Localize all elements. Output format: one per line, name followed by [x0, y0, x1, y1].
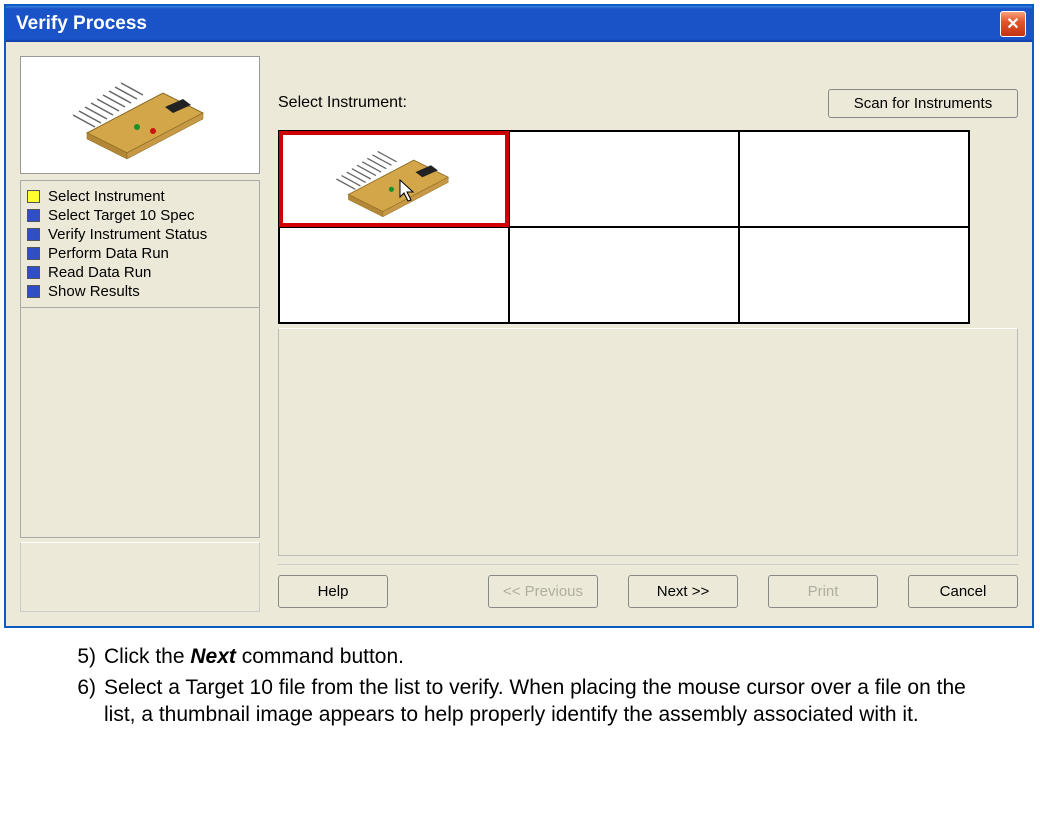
- details-panel: [278, 328, 1018, 556]
- instrument-cell-2[interactable]: [509, 131, 739, 227]
- close-icon: ✕: [1006, 14, 1019, 34]
- scan-instruments-button[interactable]: Scan for Instruments: [828, 89, 1018, 118]
- instruction-6: 6) Select a Target 10 file from the list…: [70, 675, 992, 729]
- wizard-window: Verify Process ✕: [4, 4, 1034, 628]
- instrument-cell-1[interactable]: [279, 131, 509, 227]
- step-select-instrument[interactable]: Select Instrument: [27, 187, 253, 206]
- step-label: Read Data Run: [48, 264, 151, 281]
- instructions: 5) Click the Next command button. 6) Sel…: [0, 632, 1040, 753]
- next-button[interactable]: Next >>: [628, 575, 738, 608]
- titlebar: Verify Process ✕: [6, 6, 1032, 42]
- step-read-run[interactable]: Read Data Run: [27, 263, 253, 282]
- instrument-grid: [278, 130, 970, 324]
- instruction-number: 5): [70, 644, 104, 671]
- instruction-5: 5) Click the Next command button.: [70, 644, 992, 671]
- steps-list: Select Instrument Select Target 10 Spec …: [20, 180, 260, 308]
- content-area: Select Instrument Select Target 10 Spec …: [6, 42, 1032, 626]
- chip-icon: [55, 65, 225, 165]
- bullet-icon: [27, 209, 40, 222]
- text-bold: Next: [190, 645, 236, 668]
- sidebar-spacer: [20, 308, 260, 538]
- close-button[interactable]: ✕: [1000, 11, 1026, 37]
- main-header: Select Instrument: Scan for Instruments: [278, 84, 1018, 122]
- instrument-cell-4[interactable]: [279, 227, 509, 323]
- step-label: Verify Instrument Status: [48, 226, 207, 243]
- text-suffix: command button.: [236, 645, 404, 668]
- bullet-icon: [27, 285, 40, 298]
- text-prefix: Select a Target 10 file from the list to…: [104, 676, 966, 726]
- window-title: Verify Process: [16, 13, 147, 35]
- main-panel: Select Instrument: Scan for Instruments: [278, 56, 1018, 612]
- instrument-cell-6[interactable]: [739, 227, 969, 323]
- cancel-button[interactable]: Cancel: [908, 575, 1018, 608]
- step-label: Select Instrument: [48, 188, 165, 205]
- bullet-icon: [27, 266, 40, 279]
- instruction-text: Click the Next command button.: [104, 644, 992, 671]
- chip-icon: [309, 136, 479, 222]
- sidebar: Select Instrument Select Target 10 Spec …: [20, 56, 260, 612]
- print-button: Print: [768, 575, 878, 608]
- previous-button: << Previous: [488, 575, 598, 608]
- select-instrument-label: Select Instrument:: [278, 94, 407, 112]
- help-button[interactable]: Help: [278, 575, 388, 608]
- step-perform-run[interactable]: Perform Data Run: [27, 244, 253, 263]
- step-label: Perform Data Run: [48, 245, 169, 262]
- instruction-number: 6): [70, 675, 104, 729]
- bullet-icon: [27, 247, 40, 260]
- instrument-cell-5[interactable]: [509, 227, 739, 323]
- step-verify-status[interactable]: Verify Instrument Status: [27, 225, 253, 244]
- preview-thumbnail: [20, 56, 260, 174]
- step-label: Select Target 10 Spec: [48, 207, 194, 224]
- instrument-cell-3[interactable]: [739, 131, 969, 227]
- bullet-icon: [27, 228, 40, 241]
- button-bar: Help << Previous Next >> Print Cancel: [278, 564, 1018, 612]
- spacer: [418, 575, 458, 608]
- bullet-icon: [27, 190, 40, 203]
- step-select-target[interactable]: Select Target 10 Spec: [27, 206, 253, 225]
- instruction-text: Select a Target 10 file from the list to…: [104, 675, 992, 729]
- step-label: Show Results: [48, 283, 140, 300]
- step-show-results[interactable]: Show Results: [27, 282, 253, 301]
- text-prefix: Click the: [104, 645, 190, 668]
- sidebar-bottom-panel: [20, 542, 260, 612]
